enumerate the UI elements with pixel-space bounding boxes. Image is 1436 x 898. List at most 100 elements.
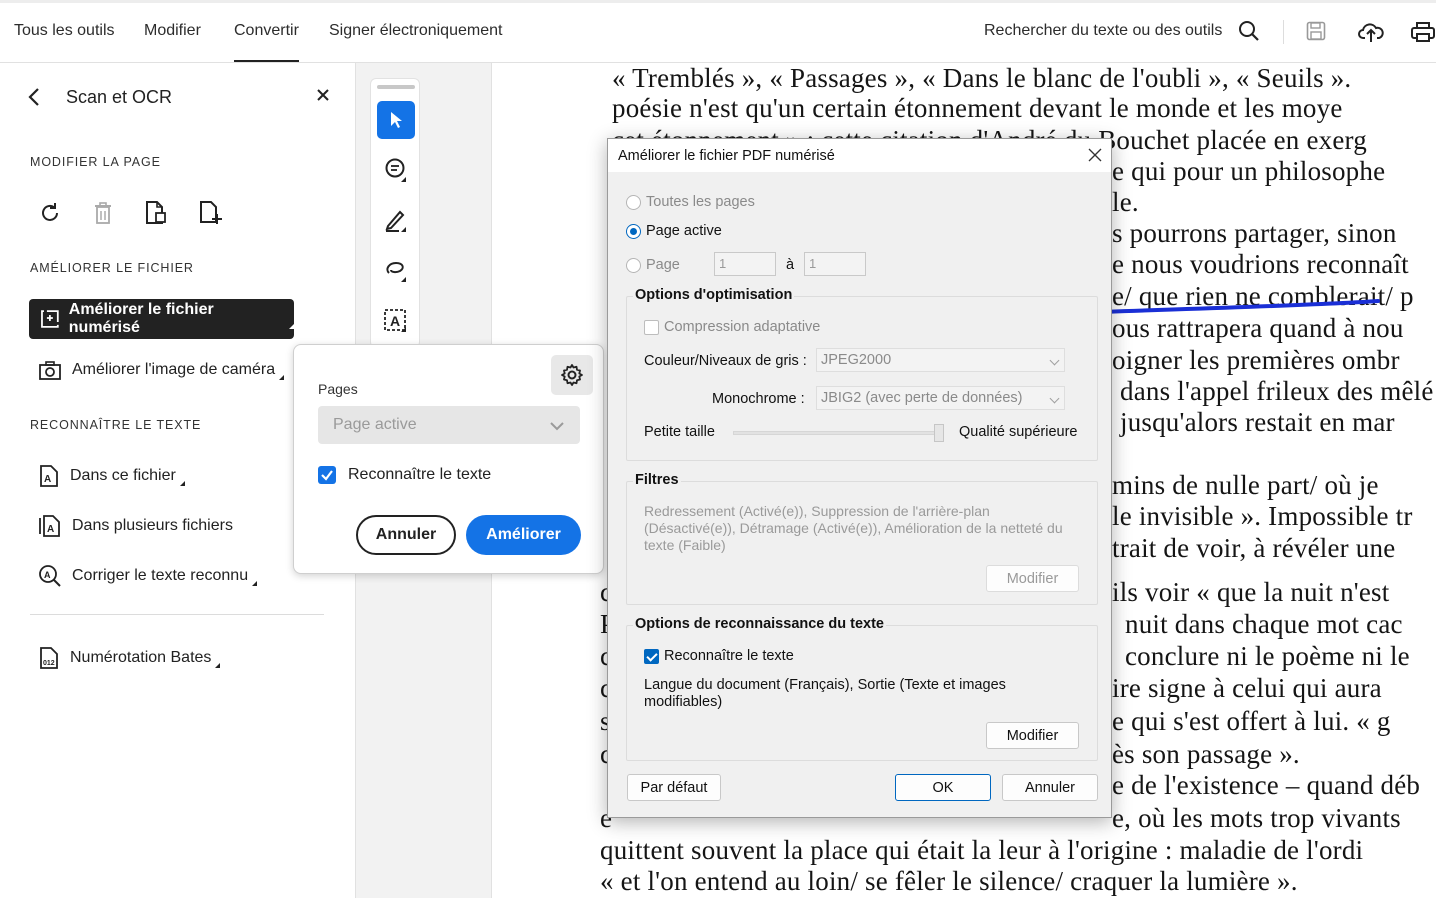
ocr-file-icon: A xyxy=(40,465,58,487)
page-range-label: Page xyxy=(646,257,680,273)
print-icon[interactable] xyxy=(1410,20,1436,47)
toolbar-divider xyxy=(1283,20,1284,44)
dialog-title: Améliorer le fichier PDF numérisé xyxy=(618,148,835,164)
cursor-arrow-icon xyxy=(391,112,402,128)
tab-esign[interactable]: Signer électroniquement xyxy=(329,22,502,40)
bates-numbering-item[interactable]: 012 Numérotation Bates xyxy=(38,646,221,670)
tab-convert[interactable]: Convertir xyxy=(234,22,299,62)
back-arrow-icon[interactable] xyxy=(26,87,44,110)
enhance-camera-item[interactable]: Améliorer l'image de caméra xyxy=(38,359,285,381)
insert-page-icon[interactable] xyxy=(198,200,224,229)
page-from-field: 1 xyxy=(714,252,776,276)
check-icon xyxy=(321,470,333,481)
highlight-tool-button[interactable] xyxy=(377,201,415,239)
svg-text:012: 012 xyxy=(43,660,55,667)
filters-modify-button: Modifier xyxy=(986,565,1079,592)
enhance-scanned-label: Améliorer le fichier numérisé xyxy=(68,301,214,336)
extract-page-icon[interactable] xyxy=(144,200,168,229)
dialog-titlebar: Améliorer le fichier PDF numérisé xyxy=(608,139,1111,172)
chevron-down-icon xyxy=(1049,393,1060,404)
correct-text-item[interactable]: A Corriger le texte reconnu xyxy=(38,564,258,588)
all-pages-label: Toutes les pages xyxy=(646,194,755,210)
color-label: Couleur/Niveaux de gris : xyxy=(644,353,807,369)
svg-text:A: A xyxy=(390,313,400,329)
high-quality-label: Qualité supérieure xyxy=(959,424,1078,440)
quality-slider-thumb xyxy=(934,424,944,442)
default-button[interactable]: Par défaut xyxy=(627,774,721,801)
enhance-button[interactable]: Améliorer xyxy=(466,515,581,555)
small-size-label: Petite taille xyxy=(644,424,715,440)
pages-label: Pages xyxy=(318,381,358,397)
optimisation-group-label: Options d'optimisation xyxy=(633,287,795,303)
pages-dropdown-value: Page active xyxy=(333,416,417,433)
radio-page-range[interactable] xyxy=(626,258,641,273)
ocr-this-file-label: Dans ce fichier xyxy=(70,467,176,484)
ocr-modify-button[interactable]: Modifier xyxy=(986,722,1079,749)
trash-icon xyxy=(92,201,114,228)
ok-button[interactable]: OK xyxy=(895,774,991,801)
ocr-multi-file-icon: A xyxy=(39,515,60,537)
dialog-close-icon[interactable] xyxy=(1088,148,1102,165)
text-select-tool-button[interactable]: A xyxy=(377,301,415,339)
ocr-this-file-item[interactable]: A Dans ce fichier xyxy=(38,464,185,488)
magnify-text-icon: A xyxy=(39,565,61,587)
section-recognize-text: RECONNAÎTRE LE TEXTE xyxy=(30,418,202,432)
active-page-label: Page active xyxy=(646,223,722,239)
camera-icon xyxy=(39,361,61,380)
pen-icon xyxy=(385,210,406,232)
svg-text:A: A xyxy=(47,524,54,535)
quick-tools-rail: A xyxy=(370,78,420,348)
ocr-recognize-label: Reconnaître le texte xyxy=(664,648,794,664)
svg-text:A: A xyxy=(44,474,51,485)
mono-compression-select: JBIG2 (avec perte de données) xyxy=(816,386,1065,410)
rotate-icon[interactable] xyxy=(38,201,62,228)
recognize-text-label: Reconnaître le texte xyxy=(348,466,492,483)
pages-dropdown: Page active xyxy=(318,406,580,444)
enhance-scan-icon xyxy=(41,310,59,328)
enhance-camera-label: Améliorer l'image de caméra xyxy=(72,361,276,378)
section-modify-page: MODIFIER LA PAGE xyxy=(30,155,161,169)
comment-tool-button[interactable] xyxy=(377,151,415,189)
close-icon[interactable] xyxy=(316,88,330,105)
radio-active-page[interactable] xyxy=(626,224,641,239)
filters-summary: Redressement (Activé(e)), Suppression de… xyxy=(644,503,1063,553)
panel-title: Scan et OCR xyxy=(66,87,173,107)
ocr-options-label: Options de reconnaissance du texte xyxy=(633,616,886,632)
bates-icon: 012 xyxy=(40,647,58,669)
submenu-corner xyxy=(215,662,221,668)
search-icon[interactable] xyxy=(1238,20,1260,45)
ocr-description: Langue du document (Français), Sortie (T… xyxy=(644,677,1006,710)
dialog-cancel-button[interactable]: Annuler xyxy=(1002,774,1098,801)
sidebar-divider xyxy=(30,614,324,615)
filters-group-label: Filtres xyxy=(633,472,681,488)
tab-all-tools[interactable]: Tous les outils xyxy=(14,22,115,40)
top-strip xyxy=(0,0,1436,3)
cloud-upload-icon[interactable] xyxy=(1358,20,1384,47)
ocr-recognize-checkbox[interactable] xyxy=(644,649,659,664)
adaptive-compression-label: Compression adaptative xyxy=(664,319,821,335)
quality-slider-track xyxy=(733,424,944,442)
comment-icon xyxy=(385,158,406,182)
submenu-corner xyxy=(289,323,294,329)
recognize-text-checkbox[interactable] xyxy=(318,466,336,484)
select-tool-button[interactable] xyxy=(377,101,415,139)
section-improve-file: AMÉLIORER LE FICHIER xyxy=(30,261,194,275)
svg-text:A: A xyxy=(44,570,51,580)
settings-button[interactable] xyxy=(551,355,593,395)
mono-label: Monochrome : xyxy=(712,391,805,407)
ocr-multiple-files-item[interactable]: A Dans plusieurs fichiers xyxy=(38,514,233,538)
correct-text-label: Corriger le texte reconnu xyxy=(72,567,249,584)
search-label[interactable]: Rechercher du texte ou des outils xyxy=(984,22,1222,40)
page-to-label: à xyxy=(786,257,795,273)
lasso-icon xyxy=(386,261,406,282)
save-icon[interactable] xyxy=(1306,20,1326,45)
rail-handle[interactable] xyxy=(377,85,415,89)
popover-cancel-button[interactable]: Annuler xyxy=(356,515,456,555)
chevron-down-icon xyxy=(1049,355,1060,366)
tab-edit[interactable]: Modifier xyxy=(144,22,201,40)
gear-icon xyxy=(561,364,583,386)
color-compression-value: JPEG2000 xyxy=(821,352,892,368)
draw-tool-button[interactable] xyxy=(377,251,415,289)
color-compression-select: JPEG2000 xyxy=(816,348,1065,372)
enhance-scanned-file-item[interactable]: Améliorer le fichier numérisé xyxy=(29,299,294,339)
